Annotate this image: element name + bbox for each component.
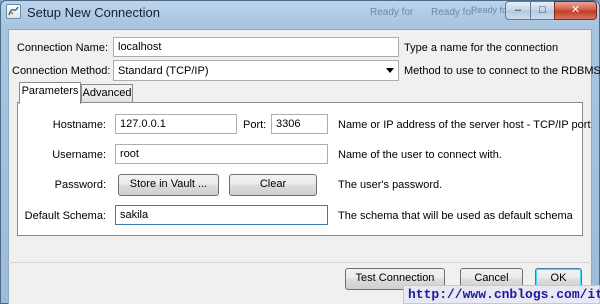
watermark-url: http://www.cnblogs.com/itech bbox=[403, 285, 600, 304]
minimize-icon: – bbox=[514, 4, 522, 16]
hostname-input[interactable]: 127.0.0.1 bbox=[115, 114, 237, 134]
background-text: Ready for bbox=[370, 7, 414, 18]
username-input[interactable]: root bbox=[115, 144, 328, 164]
port-input[interactable]: 3306 bbox=[271, 114, 328, 134]
tab-parameters[interactable]: Parameters bbox=[19, 82, 81, 104]
cancel-label: Cancel bbox=[474, 272, 509, 284]
default-schema-hint: The schema that will be used as default … bbox=[338, 210, 573, 222]
password-hint: The user's password. bbox=[338, 179, 443, 191]
mysql-workbench-icon bbox=[6, 4, 21, 19]
connection-method-label: Connection Method: bbox=[12, 65, 111, 77]
store-in-vault-label: Store in Vault ... bbox=[129, 178, 208, 190]
connection-method-hint: Method to use to connect to the RDBMS bbox=[404, 65, 600, 77]
connection-method-select[interactable]: Standard (TCP/IP) bbox=[113, 60, 399, 81]
default-schema-label: Default Schema: bbox=[24, 210, 106, 222]
close-button[interactable]: ✕ bbox=[554, 1, 597, 20]
connection-name-input[interactable]: localhost bbox=[113, 37, 399, 57]
tab-parameters-label: Parameters bbox=[21, 85, 79, 97]
tab-advanced[interactable]: Advanced bbox=[81, 84, 133, 102]
maximize-button[interactable]: □ bbox=[530, 1, 555, 20]
background-text: Ready for bbox=[431, 7, 475, 18]
hostname-hint: Name or IP address of the server host - … bbox=[338, 119, 591, 131]
chevron-down-icon bbox=[386, 68, 394, 73]
footer-separator bbox=[8, 262, 592, 263]
connection-method-value: Standard (TCP/IP) bbox=[118, 65, 209, 77]
tab-advanced-label: Advanced bbox=[82, 87, 132, 99]
minimize-button[interactable]: – bbox=[505, 1, 531, 20]
hostname-label: Hostname: bbox=[52, 119, 106, 131]
clear-password-label: Clear bbox=[259, 178, 287, 190]
password-label: Password: bbox=[54, 179, 106, 191]
window-title: Setup New Connection bbox=[27, 5, 160, 20]
connection-name-hint: Type a name for the connection bbox=[404, 42, 559, 54]
maximize-icon: □ bbox=[539, 4, 546, 16]
default-schema-input[interactable]: sakila bbox=[115, 205, 328, 225]
clear-password-button[interactable]: Clear bbox=[229, 174, 317, 196]
username-hint: Name of the user to connect with. bbox=[338, 149, 502, 161]
test-connection-label: Test Connection bbox=[355, 272, 435, 284]
close-icon: ✕ bbox=[570, 4, 581, 16]
connection-name-label: Connection Name: bbox=[16, 42, 108, 54]
ok-label: OK bbox=[550, 272, 567, 284]
store-in-vault-button[interactable]: Store in Vault ... bbox=[118, 174, 219, 196]
port-label: Port: bbox=[243, 119, 267, 131]
username-label: Username: bbox=[52, 149, 106, 161]
